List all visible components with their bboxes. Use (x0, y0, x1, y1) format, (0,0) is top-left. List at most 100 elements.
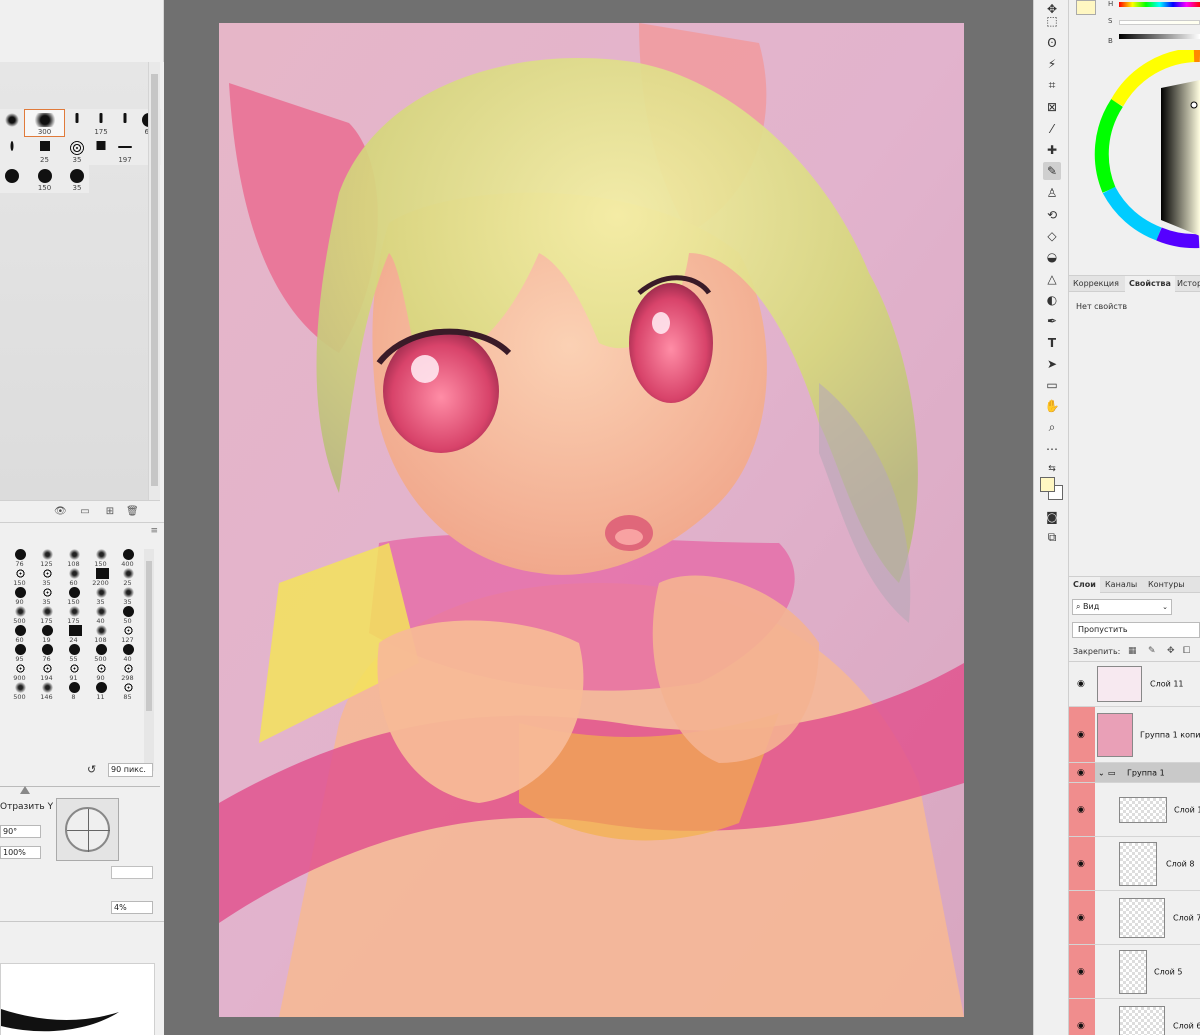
layer-row[interactable]: ◉ Слой 6 (1069, 999, 1200, 1035)
eye-toggle-icon[interactable]: 👁 (54, 506, 67, 517)
brush-preset[interactable] (113, 109, 137, 137)
brush-preset[interactable]: 35 (65, 165, 89, 193)
brush-tip[interactable]: 400 (114, 549, 141, 568)
visibility-toggle[interactable]: ◉ (1069, 837, 1095, 890)
roundness-input[interactable]: 100% (0, 846, 41, 859)
brush-tip[interactable]: 24 (60, 625, 87, 644)
tab-adjustments[interactable]: Коррекция (1069, 276, 1123, 292)
presets-scrollbar[interactable] (148, 62, 160, 500)
eraser-tool-icon[interactable]: ◇ (1043, 227, 1061, 245)
brush-tip[interactable]: 11 (87, 682, 114, 701)
frame-tool-icon[interactable]: ⊠ (1043, 98, 1061, 116)
history-brush-tool-icon[interactable]: ⟲ (1043, 206, 1061, 224)
brush-tip[interactable]: 127 (114, 625, 141, 644)
layer-row[interactable]: ◉ Слой 8 (1069, 837, 1200, 891)
crop-tool-icon[interactable]: ⌗ (1043, 76, 1061, 94)
brush-tip[interactable]: 60 (60, 568, 87, 587)
layer-row[interactable]: ◉ Группа 1 копия (1069, 707, 1200, 763)
current-color-swatch[interactable] (1076, 0, 1096, 15)
brush-preset[interactable] (89, 137, 113, 165)
brush-tip[interactable]: 150 (6, 568, 33, 587)
visibility-toggle[interactable]: ◉ (1069, 763, 1095, 782)
angle-input[interactable]: 90° (0, 825, 41, 838)
brush-tip[interactable]: 35 (87, 587, 114, 606)
layer-row[interactable]: ◉ Слой 7 (1069, 891, 1200, 945)
slider-knob[interactable] (20, 786, 30, 794)
brush-tip[interactable]: 150 (60, 587, 87, 606)
brush-preset[interactable] (0, 137, 24, 165)
brush-tip[interactable]: 76 (33, 644, 60, 663)
layer-row[interactable]: ◉ Слой 5 (1069, 945, 1200, 999)
visibility-toggle[interactable]: ◉ (1069, 945, 1095, 998)
brush-preset[interactable]: 150 (24, 165, 65, 193)
type-tool-icon[interactable]: T (1043, 334, 1061, 352)
tab-history[interactable]: Истор (1173, 276, 1200, 292)
brush-tip[interactable]: 85 (114, 682, 141, 701)
brush-preset[interactable]: 25 (24, 137, 65, 165)
brush-preset[interactable]: 197 (113, 137, 137, 165)
color-wheel[interactable] (1069, 47, 1200, 275)
reset-size-icon[interactable]: ↺ (87, 763, 96, 776)
zoom-tool-icon[interactable]: ⌕ (1043, 418, 1061, 436)
brush-tip[interactable]: 55 (60, 644, 87, 663)
flip-y-label[interactable]: Отразить Y (0, 802, 53, 812)
brush-tip[interactable]: 90 (87, 663, 114, 682)
pen-tool-icon[interactable]: ✒ (1043, 312, 1061, 330)
healing-tool-icon[interactable]: ✚ (1043, 141, 1061, 159)
visibility-toggle[interactable]: ◉ (1069, 891, 1095, 944)
scrollbar-thumb[interactable] (146, 561, 152, 711)
brush-preset[interactable]: 35 (65, 137, 89, 165)
brush-tool-icon[interactable]: ✎ (1043, 162, 1061, 180)
hardness-input[interactable] (111, 866, 153, 879)
bucket-tool-icon[interactable]: ◒ (1043, 248, 1061, 266)
scrollbar-thumb[interactable] (151, 74, 158, 486)
layer-row[interactable]: ◉ Слой 11 (1069, 662, 1200, 707)
saturation-slider[interactable] (1119, 20, 1200, 25)
brush-preset[interactable] (65, 109, 89, 137)
lock-artboard-icon[interactable]: ⧠ (1183, 646, 1190, 656)
screen-mode-icon[interactable]: ⧉ (1043, 528, 1061, 546)
layer-filter-select[interactable]: ⌕ Вид ⌄ (1072, 599, 1172, 615)
add-icon[interactable]: ⊞ (104, 506, 116, 517)
brush-tip[interactable]: 108 (60, 549, 87, 568)
rectangle-tool-icon[interactable]: ▭ (1043, 376, 1061, 394)
brush-tip[interactable]: 35 (33, 568, 60, 587)
layer-group-row[interactable]: ◉ ⌄ ▭ Группа 1 (1069, 763, 1200, 783)
brush-preset[interactable]: 175 (89, 109, 113, 137)
brush-tip[interactable]: 19 (33, 625, 60, 644)
brush-tip[interactable]: 35 (33, 587, 60, 606)
brush-tip[interactable]: 150 (87, 549, 114, 568)
lock-position-icon[interactable]: ✥ (1167, 646, 1175, 656)
visibility-toggle[interactable]: ◉ (1069, 999, 1095, 1035)
brush-tip[interactable]: 25 (114, 568, 141, 587)
brush-tip[interactable]: 35 (114, 587, 141, 606)
brush-preset[interactable] (0, 165, 24, 193)
brush-tip[interactable]: 40 (114, 644, 141, 663)
hue-slider[interactable] (1119, 2, 1200, 7)
tab-paths[interactable]: Контуры (1144, 577, 1189, 593)
visibility-toggle[interactable]: ◉ (1069, 662, 1095, 706)
brush-tip[interactable]: 50 (114, 606, 141, 625)
brush-tip[interactable]: 175 (33, 606, 60, 625)
document-canvas-area[interactable] (164, 0, 1033, 1035)
brush-preset[interactable] (0, 109, 24, 137)
hand-tool-icon[interactable]: ✋ (1043, 397, 1061, 415)
brush-tip[interactable]: 90 (6, 587, 33, 606)
brush-tip[interactable]: 298 (114, 663, 141, 682)
brush-tip[interactable]: 125 (33, 549, 60, 568)
swap-colors-icon[interactable]: ⇆ (1043, 460, 1061, 478)
brush-tip[interactable]: 91 (60, 663, 87, 682)
tab-properties[interactable]: Свойства (1125, 276, 1175, 292)
visibility-toggle[interactable]: ◉ (1069, 707, 1095, 762)
lock-transparent-icon[interactable]: ▦ (1128, 646, 1137, 656)
marquee-tool-icon[interactable]: ⬚ (1043, 12, 1061, 30)
blur-tool-icon[interactable]: △ (1043, 270, 1061, 288)
brush-tip[interactable]: 60 (6, 625, 33, 644)
more-tools-icon[interactable]: ⋯ (1043, 440, 1061, 458)
brush-tips-scrollbar[interactable] (144, 549, 154, 771)
folder-icon[interactable]: ▭ (79, 506, 91, 517)
brush-tip[interactable]: 40 (87, 606, 114, 625)
brush-tip[interactable]: 194 (33, 663, 60, 682)
tab-channels[interactable]: Каналы (1101, 577, 1141, 593)
chevron-down-icon[interactable]: ⌄ (1098, 768, 1105, 777)
